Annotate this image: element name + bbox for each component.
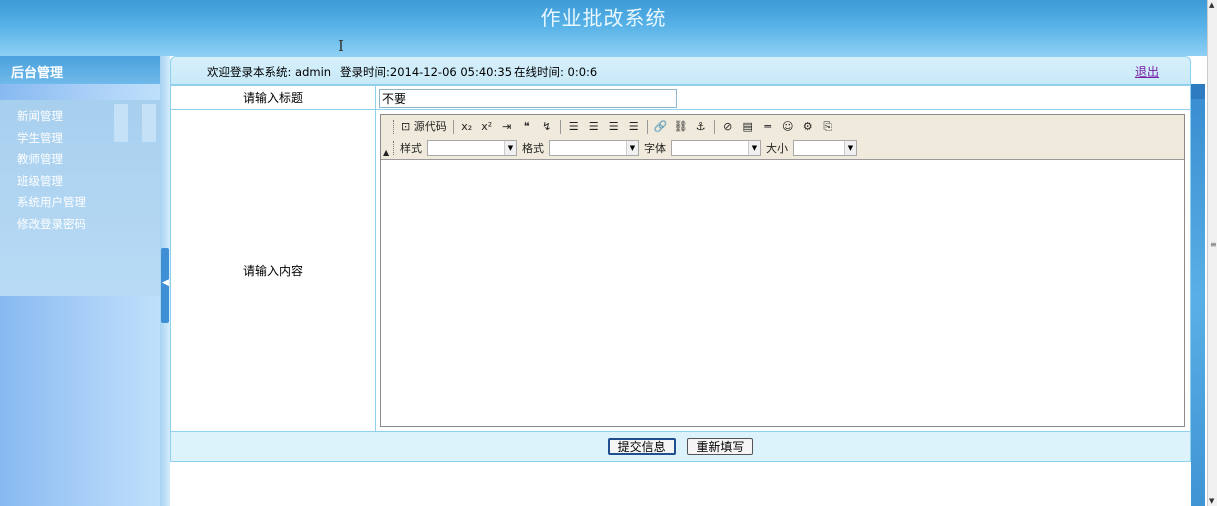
frame-splitter[interactable]: ◀: [160, 56, 170, 506]
welcome-text: 欢迎登录本系统: admin: [207, 65, 332, 79]
submit-button[interactable]: 提交信息: [607, 437, 676, 455]
content-label: 请输入内容: [170, 109, 376, 432]
align-left-icon[interactable]: ☰: [567, 119, 581, 135]
app-title: 作业批改系统: [540, 6, 667, 30]
font-label: 字体: [644, 142, 666, 155]
editor-content-area[interactable]: [381, 160, 1184, 426]
sidebar-item-teachers[interactable]: 教师管理: [0, 149, 160, 171]
subscript-icon[interactable]: x₂: [460, 119, 474, 135]
source-icon: ⊡: [401, 120, 411, 133]
content-field-cell: ⊡ 源代码 x₂ x² ⇥ ❝ ↯ ☰ ☰ ☰ ☰ 🔗 ⛓ ⚓ ⊘ ▤ ═ ☺ …: [375, 109, 1191, 432]
style-select[interactable]: ▼: [427, 140, 517, 156]
unlink-icon[interactable]: ⛓: [674, 119, 688, 135]
anchor-icon[interactable]: ⚓: [694, 119, 708, 135]
top-banner: 作业批改系统: [0, 0, 1207, 56]
flash-icon[interactable]: ⊘: [721, 119, 735, 135]
sidebar-decoration: [142, 104, 156, 142]
source-code-button[interactable]: ⊡ 源代码: [401, 119, 447, 135]
toolbar-separator: [713, 120, 715, 134]
horizontal-rule-icon[interactable]: ═: [761, 119, 775, 135]
chevron-down-icon: ▼: [748, 141, 760, 155]
toolbar-grip: [393, 120, 395, 134]
title-label: 请输入标题: [170, 85, 376, 110]
sidebar-nav: 新闻管理 学生管理 教师管理 班级管理 系统用户管理 修改登录密码: [0, 100, 160, 296]
scrollbar-thumb[interactable]: [1191, 84, 1205, 99]
align-right-icon[interactable]: ☰: [607, 119, 621, 135]
chevron-down-icon: ▼: [504, 141, 516, 155]
rich-text-editor: ⊡ 源代码 x₂ x² ⇥ ❝ ↯ ☰ ☰ ☰ ☰ 🔗 ⛓ ⚓ ⊘ ▤ ═ ☺ …: [380, 114, 1185, 427]
format-label: 格式: [522, 142, 544, 155]
frame-scrollbar[interactable]: [1191, 84, 1205, 506]
chevron-down-icon: ▼: [844, 141, 856, 155]
sidebar-item-classes[interactable]: 班级管理: [0, 171, 160, 193]
blockquote-icon[interactable]: ❝: [520, 119, 534, 135]
sidebar-item-system-users[interactable]: 系统用户管理: [0, 192, 160, 214]
online-time: 在线时间: 0:0:6: [514, 65, 598, 79]
button-row: 提交信息 重新填写: [170, 431, 1191, 462]
logout-link[interactable]: 退出: [1135, 63, 1159, 80]
window-scrollbar[interactable]: ▲ ≡ ▼: [1207, 0, 1217, 506]
sidebar-decoration: [114, 104, 128, 142]
align-center-icon[interactable]: ☰: [587, 119, 601, 135]
style-label: 样式: [400, 142, 422, 155]
reset-button[interactable]: 重新填写: [687, 438, 754, 456]
toolbar-separator: [646, 120, 648, 134]
title-input[interactable]: [379, 89, 677, 108]
smiley-icon[interactable]: ☺: [781, 119, 795, 135]
sidebar-header: 后台管理: [0, 56, 160, 84]
text-cursor-icon: I: [338, 37, 344, 55]
toolbar-separator: [559, 120, 561, 134]
login-time: 登录时间:2014-12-06 05:40:35: [340, 65, 513, 79]
format-select[interactable]: ▼: [549, 140, 639, 156]
size-select[interactable]: ▼: [793, 140, 857, 156]
create-div-icon[interactable]: ↯: [540, 119, 554, 135]
news-form: 请输入标题 请输入内容 ⊡ 源代码: [170, 85, 1191, 462]
source-code-label: 源代码: [413, 120, 447, 133]
sidebar-item-students[interactable]: 学生管理: [0, 128, 160, 150]
font-select[interactable]: ▼: [671, 140, 761, 156]
scroll-grip-icon: ≡: [1210, 240, 1217, 249]
special-char-icon[interactable]: ⚙: [801, 119, 815, 135]
scroll-down-icon[interactable]: ▼: [1209, 497, 1214, 505]
sidebar-item-change-password[interactable]: 修改登录密码: [0, 214, 160, 236]
editor-toolbar: ⊡ 源代码 x₂ x² ⇥ ❝ ↯ ☰ ☰ ☰ ☰ 🔗 ⛓ ⚓ ⊘ ▤ ═ ☺ …: [381, 115, 1184, 160]
indent-icon[interactable]: ⇥: [500, 119, 514, 135]
collapse-toolbar-icon[interactable]: ▲: [383, 148, 389, 157]
toolbar-grip: [393, 141, 395, 155]
sidebar: 后台管理 新闻管理 学生管理 教师管理 班级管理 系统用户管理 修改登录密码: [0, 56, 160, 506]
superscript-icon[interactable]: x²: [480, 119, 494, 135]
scroll-up-icon[interactable]: ▲: [1209, 1, 1214, 9]
sidebar-item-news[interactable]: 新闻管理: [0, 106, 160, 128]
main-content: 欢迎登录本系统: admin 登录时间:2014-12-06 05:40:35 …: [170, 56, 1191, 506]
info-bar: 欢迎登录本系统: admin 登录时间:2014-12-06 05:40:35 …: [170, 56, 1191, 85]
size-label: 大小: [766, 142, 788, 155]
toolbar-separator: [452, 120, 454, 134]
chevron-left-icon: ◀: [162, 278, 169, 288]
page-break-icon[interactable]: ⎘: [821, 119, 835, 135]
link-icon[interactable]: 🔗: [654, 119, 668, 135]
align-justify-icon[interactable]: ☰: [627, 119, 641, 135]
chevron-down-icon: ▼: [626, 141, 638, 155]
table-icon[interactable]: ▤: [741, 119, 755, 135]
collapse-sidebar-handle[interactable]: ◀: [161, 248, 169, 323]
title-field-cell: [375, 85, 1191, 110]
